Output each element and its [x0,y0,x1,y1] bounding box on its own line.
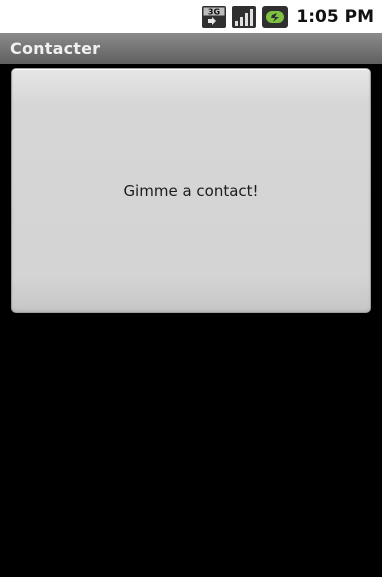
gimme-contact-button[interactable]: Gimme a contact! [11,68,371,313]
status-bar: 3G 1:05 PM [0,0,382,33]
signal-strength-icon [232,5,257,28]
network-badge-text: 3G [208,7,220,16]
main-content: Gimme a contact! [0,64,382,577]
app-title-bar: Contacter [0,33,382,64]
app-title: Contacter [10,39,101,58]
gimme-contact-button-label: Gimme a contact! [123,181,259,200]
3g-network-icon: 3G [202,5,227,28]
status-clock: 1:05 PM [296,6,374,27]
battery-charging-icon [262,5,289,28]
